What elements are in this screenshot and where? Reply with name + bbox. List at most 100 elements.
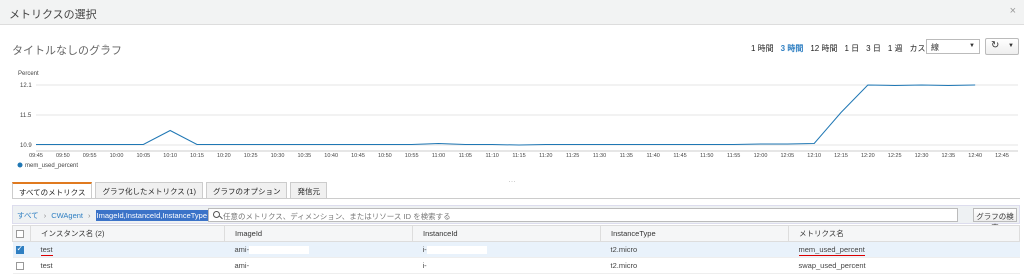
table-row[interactable]: test ami- i- t2.micro swap_used_percent: [12, 257, 1020, 274]
x-tick-label: 11:10: [485, 153, 498, 159]
x-tick-label: 11:30: [593, 153, 606, 159]
image-id: ami-: [234, 260, 250, 270]
metric-tabs: すべてのメトリクス グラフ化したメトリクス (1) グラフのオプション 発信元: [12, 182, 330, 198]
row-checkbox[interactable]: [15, 244, 24, 254]
col-instance-id[interactable]: InstanceId: [412, 225, 601, 242]
breadcrumb-namespace[interactable]: CWAgent: [51, 211, 83, 220]
x-tick-label: 10:00: [110, 153, 124, 159]
instance-name: test: [40, 245, 53, 256]
chevron-down-icon: ▼: [1008, 43, 1014, 49]
redaction: [249, 262, 310, 270]
search-input[interactable]: 任意のメトリクス、ディメンション、またはリソース ID を検索する: [208, 208, 958, 222]
redaction: [426, 262, 487, 270]
x-tick-label: 10:35: [297, 153, 311, 159]
y-tick-label: 12.1: [20, 83, 32, 89]
time-3d[interactable]: 3 日: [866, 43, 881, 54]
tab-source[interactable]: 発信元: [290, 182, 327, 198]
table-header: インスタンス名 (2) ImageId InstanceId InstanceT…: [12, 225, 1020, 242]
x-tick-label: 10:25: [244, 153, 258, 159]
x-tick-label: 09:55: [83, 153, 97, 159]
cell-image-id: ami-: [224, 241, 413, 258]
x-tick-label: 12:10: [807, 153, 821, 159]
table-row[interactable]: test ami- i- t2.micro mem_used_percent: [12, 241, 1020, 258]
cell-image-id: ami-: [224, 257, 413, 274]
tab-graph-options[interactable]: グラフのオプション: [205, 182, 288, 198]
breadcrumb-separator: ›: [88, 211, 91, 220]
graph-search-button[interactable]: グラフの検索: [973, 208, 1017, 232]
time-1h[interactable]: 1 時間: [751, 43, 774, 54]
time-1w[interactable]: 1 週: [888, 43, 903, 54]
x-tick-label: 10:40: [324, 153, 338, 159]
x-tick-label: 11:45: [673, 153, 686, 159]
x-tick-label: 12:25: [888, 153, 902, 159]
modal-title: メトリクスの選択: [9, 9, 97, 21]
time-12h[interactable]: 12 時間: [810, 43, 837, 54]
cell-metric-name: mem_used_percent: [788, 241, 1020, 258]
breadcrumb: すべて › CWAgent › ImageId,InstanceId,Insta…: [17, 210, 209, 221]
row-checkbox-cell: [12, 257, 31, 274]
tab-graphed-metrics[interactable]: グラフ化したメトリクス (1): [95, 182, 203, 198]
cell-metric-name: swap_used_percent: [788, 257, 1020, 274]
x-tick-label: 10:30: [271, 153, 285, 159]
redaction: [249, 246, 310, 254]
graph-type-select[interactable]: 線 ▼: [926, 39, 980, 54]
resize-handle[interactable]: …: [508, 175, 517, 184]
x-tick-label: 12:15: [834, 153, 848, 159]
x-tick-label: 09:50: [56, 153, 70, 159]
legend-label: mem_used_percent: [25, 163, 78, 169]
x-tick-label: 11:35: [620, 153, 633, 159]
time-1d[interactable]: 1 日: [844, 43, 859, 54]
col-metric-name[interactable]: メトリクス名: [788, 225, 1020, 242]
cell-instance-name: test: [30, 257, 225, 274]
x-tick-label: 11:40: [646, 153, 659, 159]
metric-name: mem_used_percent: [798, 245, 865, 256]
x-tick-label: 10:10: [163, 153, 177, 159]
x-tick-label: 10:50: [378, 153, 392, 159]
row-checkbox-cell: [12, 241, 31, 258]
x-tick-label: 12:00: [754, 153, 768, 159]
x-tick-label: 10:20: [217, 153, 231, 159]
x-tick-label: 12:35: [941, 153, 955, 159]
metrics-table: インスタンス名 (2) ImageId InstanceId InstanceT…: [12, 225, 1020, 274]
x-tick-label: 12:05: [780, 153, 794, 159]
legend-swatch: [17, 162, 23, 168]
graph-type-value: 線: [931, 43, 939, 52]
breadcrumb-all[interactable]: すべて: [17, 210, 39, 221]
x-tick-label: 12:30: [915, 153, 929, 159]
breadcrumb-dimension[interactable]: ImageId,InstanceId,InstanceType: [95, 210, 209, 221]
select-all-cell: [12, 225, 31, 242]
redaction: [426, 246, 487, 254]
x-tick-label: 11:25: [566, 153, 579, 159]
select-all-checkbox[interactable]: [16, 230, 24, 238]
x-tick-label: 09:45: [29, 153, 43, 159]
x-tick-label: 12:45: [995, 153, 1009, 159]
breadcrumb-bar: すべて › CWAgent › ImageId,InstanceId,Insta…: [12, 205, 1020, 232]
line-chart: Percent 12.1 11.5 10.9 09:45 09:50 09:55 10:00 1…: [17, 71, 1018, 169]
x-tick-label: 11:50: [700, 153, 713, 159]
breadcrumb-separator: ›: [43, 211, 47, 220]
cell-instance-type: t2.micro: [600, 257, 789, 274]
refresh-icon: ↻: [991, 40, 1000, 51]
x-tick-label: 10:55: [405, 153, 419, 159]
x-tick-label: 11:20: [539, 153, 552, 159]
image-id: ami-: [234, 244, 250, 254]
close-icon[interactable]: ×: [1010, 5, 1016, 17]
row-checkbox[interactable]: [15, 262, 24, 270]
time-3h[interactable]: 3 時間: [781, 43, 804, 54]
x-tick-label: 11:00: [432, 153, 445, 159]
chevron-down-icon: ▼: [969, 43, 975, 49]
cell-instance-name: test: [30, 241, 225, 258]
y-axis-label: Percent: [18, 71, 39, 77]
time-range-selector: 1 時間 3 時間 12 時間 1 日 3 日 1 週 カスタム ▼: [751, 43, 950, 54]
col-instance-type[interactable]: InstanceType: [600, 225, 789, 242]
col-instance-name[interactable]: インスタンス名 (2): [30, 225, 225, 242]
pencil-icon[interactable]: ✎: [103, 43, 111, 54]
col-image-id[interactable]: ImageId: [224, 225, 413, 242]
x-tick-label: 12:40: [968, 153, 982, 159]
x-tick-label: 11:05: [459, 153, 472, 159]
search-icon: [213, 211, 220, 218]
refresh-button[interactable]: ↻ ▼: [985, 38, 1019, 55]
tab-all-metrics[interactable]: すべてのメトリクス: [12, 182, 93, 198]
modal-header: メトリクスの選択 ×: [0, 0, 1024, 25]
y-tick-label: 11.5: [20, 113, 32, 119]
